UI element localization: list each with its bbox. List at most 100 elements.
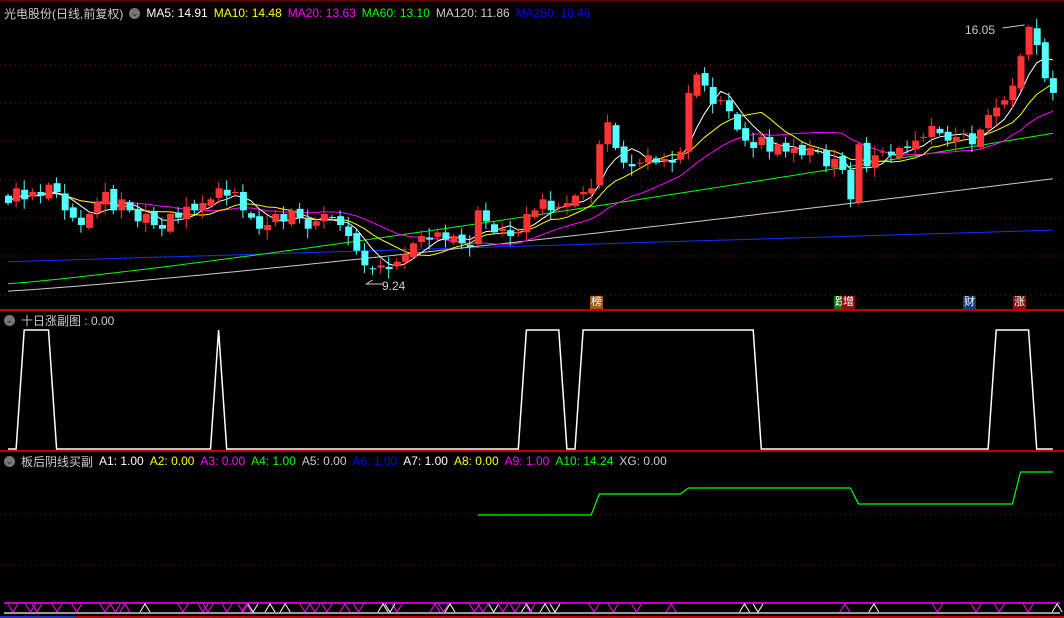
- indicator-label: A9: 1.00: [504, 454, 550, 468]
- candle: [450, 236, 458, 243]
- strip-pattern: [631, 603, 642, 613]
- strip-pattern: [993, 603, 1005, 613]
- candle: [677, 151, 685, 160]
- panel3-header: ⌄ 板后阴线买副 A1: 1.00 A2: 0.00 A3: 0.00 A4: 1.0…: [4, 453, 667, 469]
- strip-pattern: [607, 603, 619, 613]
- indicator-label: A1: 1.00: [99, 454, 144, 468]
- ma-labels: MA5: 14.91 MA10: 14.48 MA20: 13.63 MA60: 13…: [146, 6, 590, 20]
- candle: [53, 183, 61, 192]
- candle: [304, 219, 312, 229]
- candle: [264, 225, 272, 231]
- candle: [879, 151, 887, 153]
- candle: [823, 150, 831, 167]
- marker-bang[interactable]: 榜: [590, 296, 603, 309]
- candle: [231, 191, 239, 193]
- strip-pattern: [321, 603, 333, 613]
- candle: [86, 214, 93, 228]
- candle: [863, 142, 871, 167]
- strip-pattern: [197, 603, 209, 613]
- candle: [539, 199, 547, 209]
- candle: [604, 122, 612, 145]
- candle: [993, 107, 1001, 117]
- strip-pattern: [477, 603, 489, 613]
- marker-zeng[interactable]: 增: [842, 296, 855, 309]
- candle: [361, 250, 369, 266]
- marker-cai[interactable]: 财: [963, 296, 976, 309]
- candle: [256, 216, 264, 229]
- marker-zhang[interactable]: 涨: [1013, 296, 1026, 309]
- candle: [758, 136, 766, 146]
- indicator-label: A2: 0.00: [149, 454, 195, 468]
- candle: [1017, 56, 1025, 89]
- candle: [920, 136, 928, 138]
- candle: [69, 207, 77, 218]
- ma250-line: [7, 229, 1053, 263]
- a10-line: [477, 471, 1053, 516]
- ten-day-rise-indicator: [8, 329, 1053, 450]
- candle: [288, 210, 296, 225]
- ma10-line: [7, 83, 1054, 256]
- low-price-label: 9.24: [382, 279, 406, 293]
- candle: [790, 147, 798, 154]
- candle: [94, 202, 102, 213]
- strip-pattern: [51, 603, 63, 613]
- candle: [693, 74, 701, 96]
- strip-pattern: [1022, 603, 1034, 613]
- strip-pattern: [237, 603, 249, 613]
- candle: [183, 206, 191, 220]
- strip-pattern: [71, 603, 83, 613]
- strip-pattern: [488, 603, 500, 613]
- chevron-down-icon[interactable]: ⌄: [129, 7, 141, 19]
- indicator-label: MA120: 11.86: [435, 6, 510, 20]
- strip-pattern: [353, 603, 364, 613]
- candle: [798, 145, 806, 156]
- candle: [1041, 42, 1049, 79]
- candle: [393, 261, 401, 267]
- strip-pattern: [839, 603, 851, 613]
- candle: [377, 265, 385, 268]
- indicator-label: MA5: 14.91: [146, 6, 208, 20]
- strip-pattern: [539, 603, 551, 613]
- candle: [329, 216, 336, 218]
- candle: [102, 191, 110, 205]
- candle: [369, 268, 377, 270]
- candle: [507, 230, 515, 237]
- candle: [523, 214, 531, 233]
- low-arrow: [364, 279, 383, 285]
- candle: [904, 146, 912, 148]
- indicator-label: A7: 1.00: [403, 454, 448, 468]
- strip-pattern: [7, 603, 19, 613]
- strip-pattern: [549, 603, 561, 613]
- main-header: 光电股份(日线,前复权) ⌄ MA5: 14.91 MA10: 14.48 MA20…: [4, 5, 590, 21]
- strip-pattern: [509, 603, 521, 613]
- candle: [701, 73, 709, 86]
- candle: [434, 232, 442, 237]
- strip-pattern: [752, 603, 764, 613]
- candle: [555, 206, 563, 208]
- signal-line: [8, 329, 1053, 450]
- candle: [669, 160, 677, 163]
- candle: [345, 226, 353, 237]
- strip-pattern: [309, 603, 321, 613]
- candle: [175, 212, 183, 218]
- candle: [458, 234, 466, 244]
- candle: [1033, 28, 1041, 46]
- candle: [126, 202, 134, 211]
- strip-pattern: [970, 603, 982, 613]
- candle: [61, 193, 69, 211]
- candle: [952, 136, 960, 143]
- candle: [5, 195, 12, 203]
- indicator-label: A4: 1.00: [251, 454, 296, 468]
- grid-lines: [0, 0, 1064, 618]
- chevron-down-icon[interactable]: ⌄: [4, 455, 15, 467]
- candle: [239, 191, 247, 211]
- candle: [596, 144, 604, 186]
- candle: [547, 200, 555, 211]
- candle: [636, 162, 644, 164]
- candle: [37, 191, 45, 196]
- panel3-title: 板后阴线买副: [21, 454, 94, 469]
- strip-pattern: [521, 603, 532, 613]
- candle: [215, 188, 223, 198]
- candle: [896, 147, 903, 159]
- chevron-down-icon[interactable]: ⌄: [4, 314, 15, 326]
